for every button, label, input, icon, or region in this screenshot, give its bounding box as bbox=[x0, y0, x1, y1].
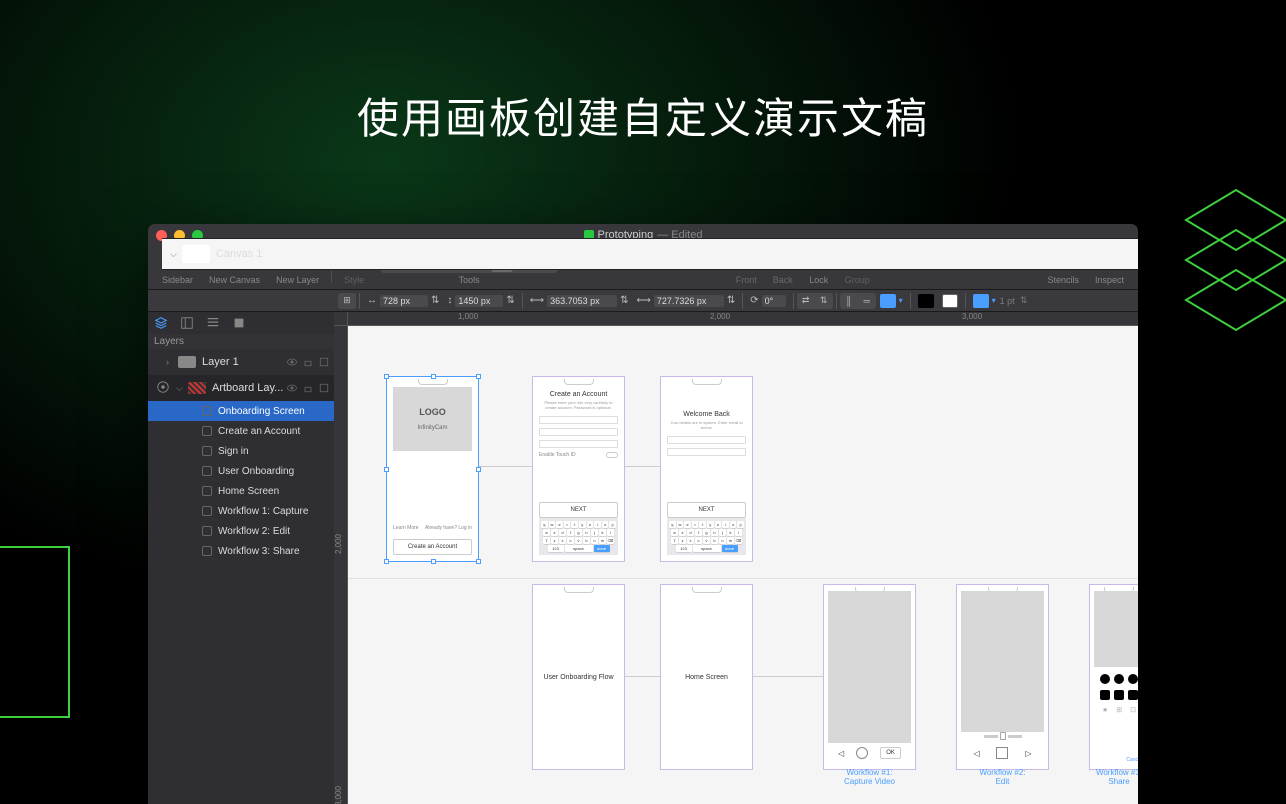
checkbox-icon[interactable] bbox=[202, 406, 212, 416]
front-label: Front bbox=[736, 275, 757, 285]
disclosure-icon[interactable]: ⌵ bbox=[176, 383, 188, 394]
style-label: Style bbox=[344, 275, 364, 285]
checkbox-icon[interactable] bbox=[202, 506, 212, 516]
app-window: Prototyping — Edited Sidebar + New Canva… bbox=[148, 224, 1138, 804]
sublayer-item[interactable]: Create an Account bbox=[148, 421, 334, 441]
sublayer-item[interactable]: Home Screen bbox=[148, 481, 334, 501]
sublayer-item[interactable]: User Onboarding bbox=[148, 461, 334, 481]
y-input[interactable] bbox=[455, 295, 503, 307]
canvas-area[interactable]: 1,000 2,000 3,000 2,000 3,000 bbox=[334, 312, 1138, 804]
y-icon: ↕ bbox=[447, 295, 452, 306]
fill-color-swatch[interactable] bbox=[918, 294, 934, 308]
h-stepper[interactable]: ⇅ bbox=[727, 295, 735, 306]
checkbox-icon[interactable] bbox=[202, 486, 212, 496]
artboard-user-onboarding[interactable]: User Onboarding Flow bbox=[532, 584, 625, 770]
artboard-label: Workflow #3: Share bbox=[1090, 769, 1138, 787]
artboard-label: Workflow #1: Capture Video bbox=[824, 769, 915, 787]
lock-icon[interactable] bbox=[302, 356, 314, 368]
align-left-button[interactable]: ⊞ bbox=[338, 293, 356, 309]
ruler-corner bbox=[334, 312, 348, 326]
x-input[interactable] bbox=[380, 295, 428, 307]
visibility-icon[interactable] bbox=[286, 356, 298, 368]
outline-tab[interactable] bbox=[204, 314, 222, 332]
h-icon: ⟷ bbox=[637, 295, 651, 306]
layer-list: ⌵ Canvas 1 › Layer 1 ⌵ bbox=[148, 349, 334, 804]
artboard-thumb-icon bbox=[188, 382, 206, 394]
sidebar: Layers ⌵ Canvas 1 › Layer 1 bbox=[148, 312, 334, 804]
sublayer-item[interactable]: Workflow 3: Share bbox=[148, 541, 334, 561]
selection-tab[interactable] bbox=[230, 314, 248, 332]
artboard-layer-item[interactable]: ⌵ Artboard Lay... bbox=[148, 375, 334, 401]
new-layer-label: New Layer bbox=[276, 275, 319, 285]
more-icon[interactable] bbox=[318, 382, 330, 394]
w-stepper[interactable]: ⇅ bbox=[620, 295, 628, 306]
artboard-wf3[interactable]: ★⊞⊡ Cancel Workflow #3: Share bbox=[1089, 584, 1138, 770]
layer-name: Layer 1 bbox=[202, 356, 286, 368]
layers-tab[interactable] bbox=[152, 314, 170, 332]
lock-label: Lock bbox=[809, 275, 828, 285]
more-icon[interactable] bbox=[318, 356, 330, 368]
checkbox-icon[interactable] bbox=[202, 446, 212, 456]
vertical-ruler[interactable]: 2,000 3,000 bbox=[334, 326, 348, 804]
cta-button: Create an Account bbox=[393, 539, 472, 555]
checkbox-icon[interactable] bbox=[202, 426, 212, 436]
artboard-wf1[interactable]: ◁ OK Workflow #1: Capture Video bbox=[823, 584, 916, 770]
artboard-label: Workflow #2: Edit bbox=[957, 769, 1048, 787]
decorative-diamonds bbox=[1176, 185, 1286, 350]
tools-label: Tools bbox=[459, 275, 480, 285]
artboard-create-account[interactable]: Create an Account Please enter your info… bbox=[532, 376, 625, 562]
checkbox-icon[interactable] bbox=[202, 526, 212, 536]
layer-item[interactable]: › Layer 1 bbox=[148, 349, 334, 375]
sidebar-label: Sidebar bbox=[162, 275, 193, 285]
visibility-icon[interactable] bbox=[286, 382, 298, 394]
new-canvas-label: New Canvas bbox=[209, 275, 260, 285]
guides-tab[interactable] bbox=[178, 314, 196, 332]
sidebar-tabs bbox=[148, 312, 334, 334]
width-input[interactable] bbox=[547, 295, 617, 307]
sublayer-item[interactable]: Onboarding Screen bbox=[148, 401, 334, 421]
stroke-stepper[interactable]: ⇅ bbox=[1015, 295, 1033, 306]
sidebar-header: Layers bbox=[148, 334, 334, 349]
artboard-layer-name: Artboard Lay... bbox=[212, 382, 286, 394]
lock-icon[interactable] bbox=[302, 382, 314, 394]
x-icon: ↔ bbox=[367, 295, 377, 306]
artboard-wf2[interactable]: ◁ ▷ Workflow #2: Edit bbox=[956, 584, 1049, 770]
stroke-value: 1 pt bbox=[1000, 296, 1015, 306]
format-bar: ⊞ ↔⇅ ↕⇅ ⟷⇅ ⟷⇅ ⟳ ⇄⇅ ║═ ▾ ▾ 1 pt ⇅ bbox=[148, 290, 1138, 312]
flip-v-button[interactable]: ⇅ bbox=[815, 293, 833, 309]
scope-icon[interactable] bbox=[156, 380, 172, 396]
sublayer-item[interactable]: Workflow 2: Edit bbox=[148, 521, 334, 541]
disclosure-icon[interactable]: › bbox=[166, 357, 178, 367]
bg-color-swatch[interactable] bbox=[942, 294, 958, 308]
w-icon: ⟷ bbox=[530, 295, 544, 306]
accent-swatch[interactable] bbox=[973, 294, 989, 308]
group-label: Group bbox=[845, 275, 870, 285]
layer-thumb-icon bbox=[178, 356, 196, 368]
inspect-label: Inspect bbox=[1095, 275, 1124, 285]
canvas[interactable]: LOGOInfinityCam Learn MoreAlready have? … bbox=[348, 326, 1138, 804]
stencils-label: Stencils bbox=[1047, 275, 1079, 285]
artboard-onboarding[interactable]: LOGOInfinityCam Learn MoreAlready have? … bbox=[386, 376, 479, 562]
checkbox-icon[interactable] bbox=[202, 466, 212, 476]
y-stepper[interactable]: ⇅ bbox=[506, 295, 514, 306]
dist-v-button[interactable]: ═ bbox=[858, 293, 876, 309]
stroke-color-swatch[interactable] bbox=[880, 294, 896, 308]
hero-title: 使用画板创建自定义演示文稿 bbox=[0, 0, 1286, 146]
checkbox-icon[interactable] bbox=[202, 546, 212, 556]
x-stepper[interactable]: ⇅ bbox=[431, 295, 439, 306]
artboard-signin[interactable]: Welcome Back Your details are in system.… bbox=[660, 376, 753, 562]
height-input[interactable] bbox=[654, 295, 724, 307]
flip-h-button[interactable]: ⇄ bbox=[797, 293, 815, 309]
horizontal-ruler[interactable]: 1,000 2,000 3,000 bbox=[348, 312, 1138, 326]
dist-h-button[interactable]: ║ bbox=[840, 293, 858, 309]
back-label: Back bbox=[773, 275, 793, 285]
rotation-input[interactable] bbox=[762, 295, 786, 307]
artboard-home[interactable]: Home Screen bbox=[660, 584, 753, 770]
sublayer-item[interactable]: Workflow 1: Capture bbox=[148, 501, 334, 521]
sublayer-item[interactable]: Sign in bbox=[148, 441, 334, 461]
rotation-icon: ⟳ bbox=[750, 295, 758, 306]
decorative-box bbox=[0, 546, 70, 718]
